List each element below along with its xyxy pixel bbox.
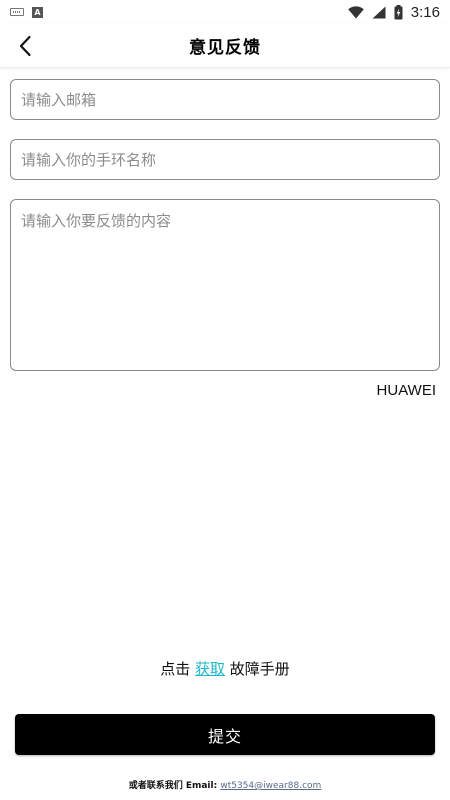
email-input[interactable] [11, 80, 439, 119]
signal-icon [372, 6, 386, 18]
contact-email-link[interactable]: wt5354@iwear88.com [220, 781, 321, 791]
manual-line: 点击 获取 故障手册 [0, 658, 450, 679]
device-name: HUAWEI [376, 382, 436, 399]
band-name-input[interactable] [11, 140, 439, 179]
get-manual-link[interactable]: 获取 [195, 660, 225, 678]
contact-prefix: 或者联系我们 Email: [128, 781, 218, 791]
band-name-field-box [10, 139, 440, 180]
status-time: 3:16 [410, 3, 440, 21]
feedback-field-box [10, 199, 440, 371]
battery-icon [394, 4, 403, 19]
page-title: 意见反馈 [189, 38, 261, 58]
wifi-icon [347, 5, 364, 18]
feedback-textarea[interactable] [11, 200, 439, 370]
submit-button[interactable]: 提交 [15, 714, 435, 755]
keyboard-icon [10, 8, 24, 16]
chevron-left-icon [19, 35, 31, 57]
feedback-screen: A 3:16 意见反馈 请输入邮箱 请输入你的手环名称 请输入你要反馈的内容 H… [0, 0, 450, 800]
app-header: 意见反馈 [0, 24, 450, 68]
status-bar: A 3:16 [0, 0, 450, 24]
contact-line: 或者联系我们 Email: wt5354@iwear88.com [0, 778, 450, 791]
manual-prefix: 点击 [160, 660, 191, 678]
manual-suffix: 故障手册 [229, 660, 290, 678]
status-right: 3:16 [347, 3, 440, 21]
status-left: A [10, 6, 43, 18]
a-notification-icon: A [32, 6, 43, 18]
email-field-box [10, 79, 440, 120]
back-button[interactable] [10, 30, 40, 62]
